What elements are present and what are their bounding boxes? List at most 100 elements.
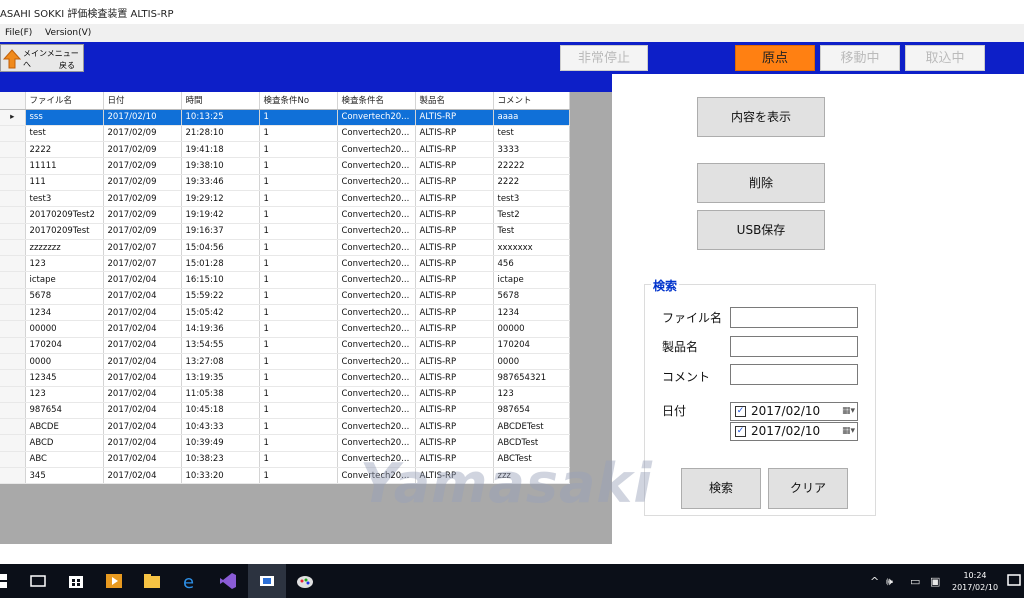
row-header[interactable]: ▸ xyxy=(0,109,26,126)
row-header[interactable] xyxy=(0,353,26,371)
table-cell[interactable]: 11111 xyxy=(25,157,104,175)
table-row[interactable]: 170204 2017/02/04 13:54:55 1 Convertech20...… xyxy=(0,337,570,354)
clock[interactable]: 10:24 2017/02/10 xyxy=(952,570,998,594)
table-cell[interactable]: ALTIS-RP xyxy=(415,418,494,436)
table-cell[interactable]: 15:04:56 xyxy=(181,239,260,257)
calendar-dropdown-icon[interactable]: ▦▾ xyxy=(842,426,855,436)
table-cell[interactable]: 1 xyxy=(259,141,338,159)
table-cell[interactable]: Convertech20... xyxy=(337,434,416,452)
row-header[interactable] xyxy=(0,255,26,273)
table-cell[interactable]: 2017/02/04 xyxy=(103,467,182,485)
table-cell[interactable]: Convertech20... xyxy=(337,320,416,338)
table-cell[interactable]: 1 xyxy=(259,434,338,452)
table-cell[interactable]: ABCDE xyxy=(25,418,104,436)
table-cell[interactable]: 13:27:08 xyxy=(181,353,260,371)
table-cell[interactable]: 2017/02/04 xyxy=(103,288,182,306)
date-to-checkbox[interactable]: ✓ xyxy=(735,426,746,437)
table-cell[interactable]: ALTIS-RP xyxy=(415,255,494,273)
table-cell[interactable]: 15:01:28 xyxy=(181,255,260,273)
table-cell[interactable]: Convertech20... xyxy=(337,157,416,175)
table-cell[interactable]: ALTIS-RP xyxy=(415,271,494,289)
app-window-icon[interactable] xyxy=(257,571,277,591)
table-cell[interactable]: ALTIS-RP xyxy=(415,434,494,452)
table-cell[interactable]: 1234 xyxy=(493,304,570,322)
table-row[interactable]: 123 2017/02/07 15:01:28 1 Convertech20... ALT… xyxy=(0,255,570,273)
table-cell[interactable]: 19:41:18 xyxy=(181,141,260,159)
table-row[interactable]: ABCD 2017/02/04 10:39:49 1 Convertech20... AL… xyxy=(0,434,570,452)
table-cell[interactable]: 2017/02/04 xyxy=(103,402,182,420)
volume-icon[interactable]: 🕪 xyxy=(886,575,893,589)
table-cell[interactable]: 2017/02/07 xyxy=(103,239,182,257)
table-cell[interactable]: 2017/02/09 xyxy=(103,190,182,208)
table-cell[interactable]: 1 xyxy=(259,109,338,126)
store-icon[interactable] xyxy=(66,571,86,591)
table-row[interactable]: 12345 2017/02/04 13:19:35 1 Convertech20... A… xyxy=(0,369,570,387)
table-cell[interactable]: 123 xyxy=(25,255,104,273)
table-cell[interactable]: Convertech20... xyxy=(337,109,416,126)
row-header[interactable] xyxy=(0,418,26,436)
table-cell[interactable]: zzzzzzz xyxy=(25,239,104,257)
notification-message-icon[interactable]: ▭ xyxy=(910,575,920,588)
table-cell[interactable]: 987654321 xyxy=(493,369,570,387)
status-moving[interactable]: 移動中 xyxy=(820,45,900,71)
table-row[interactable]: 2222 2017/02/09 19:41:18 1 Convertech20... AL… xyxy=(0,141,570,159)
table-cell[interactable]: 19:33:46 xyxy=(181,174,260,191)
table-cell[interactable]: 2017/02/09 xyxy=(103,206,182,224)
table-row[interactable]: ABCDE 2017/02/04 10:43:33 1 Convertech20... A… xyxy=(0,418,570,436)
table-cell[interactable]: ictape xyxy=(493,271,570,289)
table-cell[interactable]: 10:33:20 xyxy=(181,467,260,485)
row-header[interactable] xyxy=(0,157,26,175)
table-cell[interactable]: 20170209Test2 xyxy=(25,206,104,224)
table-cell[interactable]: ALTIS-RP xyxy=(415,125,494,143)
clear-button[interactable]: クリア xyxy=(768,468,848,509)
table-cell[interactable]: 170204 xyxy=(493,337,570,354)
table-cell[interactable]: Convertech20... xyxy=(337,174,416,191)
table-cell[interactable]: test xyxy=(25,125,104,143)
row-header[interactable] xyxy=(0,125,26,143)
table-cell[interactable]: 11:05:38 xyxy=(181,386,260,403)
date-from-picker[interactable]: ✓ 2017/02/10 ▦▾ xyxy=(730,402,858,421)
delete-button[interactable]: 削除 xyxy=(697,163,825,203)
product-input[interactable] xyxy=(730,336,858,357)
table-cell[interactable]: 1 xyxy=(259,239,338,257)
table-cell[interactable]: 10:13:25 xyxy=(181,109,260,126)
table-cell[interactable]: 14:19:36 xyxy=(181,320,260,338)
table-cell[interactable]: Convertech20... xyxy=(337,239,416,257)
table-cell[interactable]: ALTIS-RP xyxy=(415,369,494,387)
table-row[interactable]: ▸ sss 2017/02/10 10:13:25 1 Convertech20... AL… xyxy=(0,109,570,126)
table-cell[interactable]: 5678 xyxy=(25,288,104,306)
column-header[interactable]: ファイル名 xyxy=(25,92,104,110)
table-cell[interactable]: 1 xyxy=(259,174,338,191)
table-row[interactable]: 11111 2017/02/09 19:38:10 1 Convertech20... A… xyxy=(0,157,570,175)
table-cell[interactable]: sss xyxy=(25,109,104,126)
table-cell[interactable]: Convertech20... xyxy=(337,190,416,208)
table-cell[interactable]: 12345 xyxy=(25,369,104,387)
table-cell[interactable]: ALTIS-RP xyxy=(415,174,494,191)
table-cell[interactable]: 0000 xyxy=(493,353,570,371)
table-cell[interactable]: 15:59:22 xyxy=(181,288,260,306)
table-cell[interactable]: 1 xyxy=(259,271,338,289)
column-header[interactable]: コメント xyxy=(493,92,570,110)
table-cell[interactable]: ALTIS-RP xyxy=(415,109,494,126)
table-row[interactable]: 1234 2017/02/04 15:05:42 1 Convertech20... AL… xyxy=(0,304,570,322)
table-cell[interactable]: 2017/02/04 xyxy=(103,304,182,322)
table-cell[interactable]: 16:15:10 xyxy=(181,271,260,289)
table-cell[interactable]: 10:45:18 xyxy=(181,402,260,420)
table-cell[interactable]: 2017/02/04 xyxy=(103,386,182,403)
table-cell[interactable]: 3333 xyxy=(493,141,570,159)
table-cell[interactable]: 1 xyxy=(259,402,338,420)
table-cell[interactable]: 123 xyxy=(25,386,104,403)
table-row[interactable]: test3 2017/02/09 19:29:12 1 Convertech20... A… xyxy=(0,190,570,208)
row-header[interactable] xyxy=(0,206,26,224)
table-cell[interactable]: ALTIS-RP xyxy=(415,386,494,403)
table-cell[interactable]: 123 xyxy=(493,386,570,403)
table-cell[interactable]: 2017/02/09 xyxy=(103,223,182,240)
table-row[interactable]: 0000 2017/02/04 13:27:08 1 Convertech20... AL… xyxy=(0,353,570,371)
table-cell[interactable]: 1 xyxy=(259,337,338,354)
visual-studio-icon[interactable] xyxy=(218,571,238,591)
notifications-icon[interactable] xyxy=(1004,571,1024,591)
table-cell[interactable]: 5678 xyxy=(493,288,570,306)
table-cell[interactable]: test3 xyxy=(493,190,570,208)
row-header[interactable] xyxy=(0,337,26,354)
table-cell[interactable]: 22222 xyxy=(493,157,570,175)
